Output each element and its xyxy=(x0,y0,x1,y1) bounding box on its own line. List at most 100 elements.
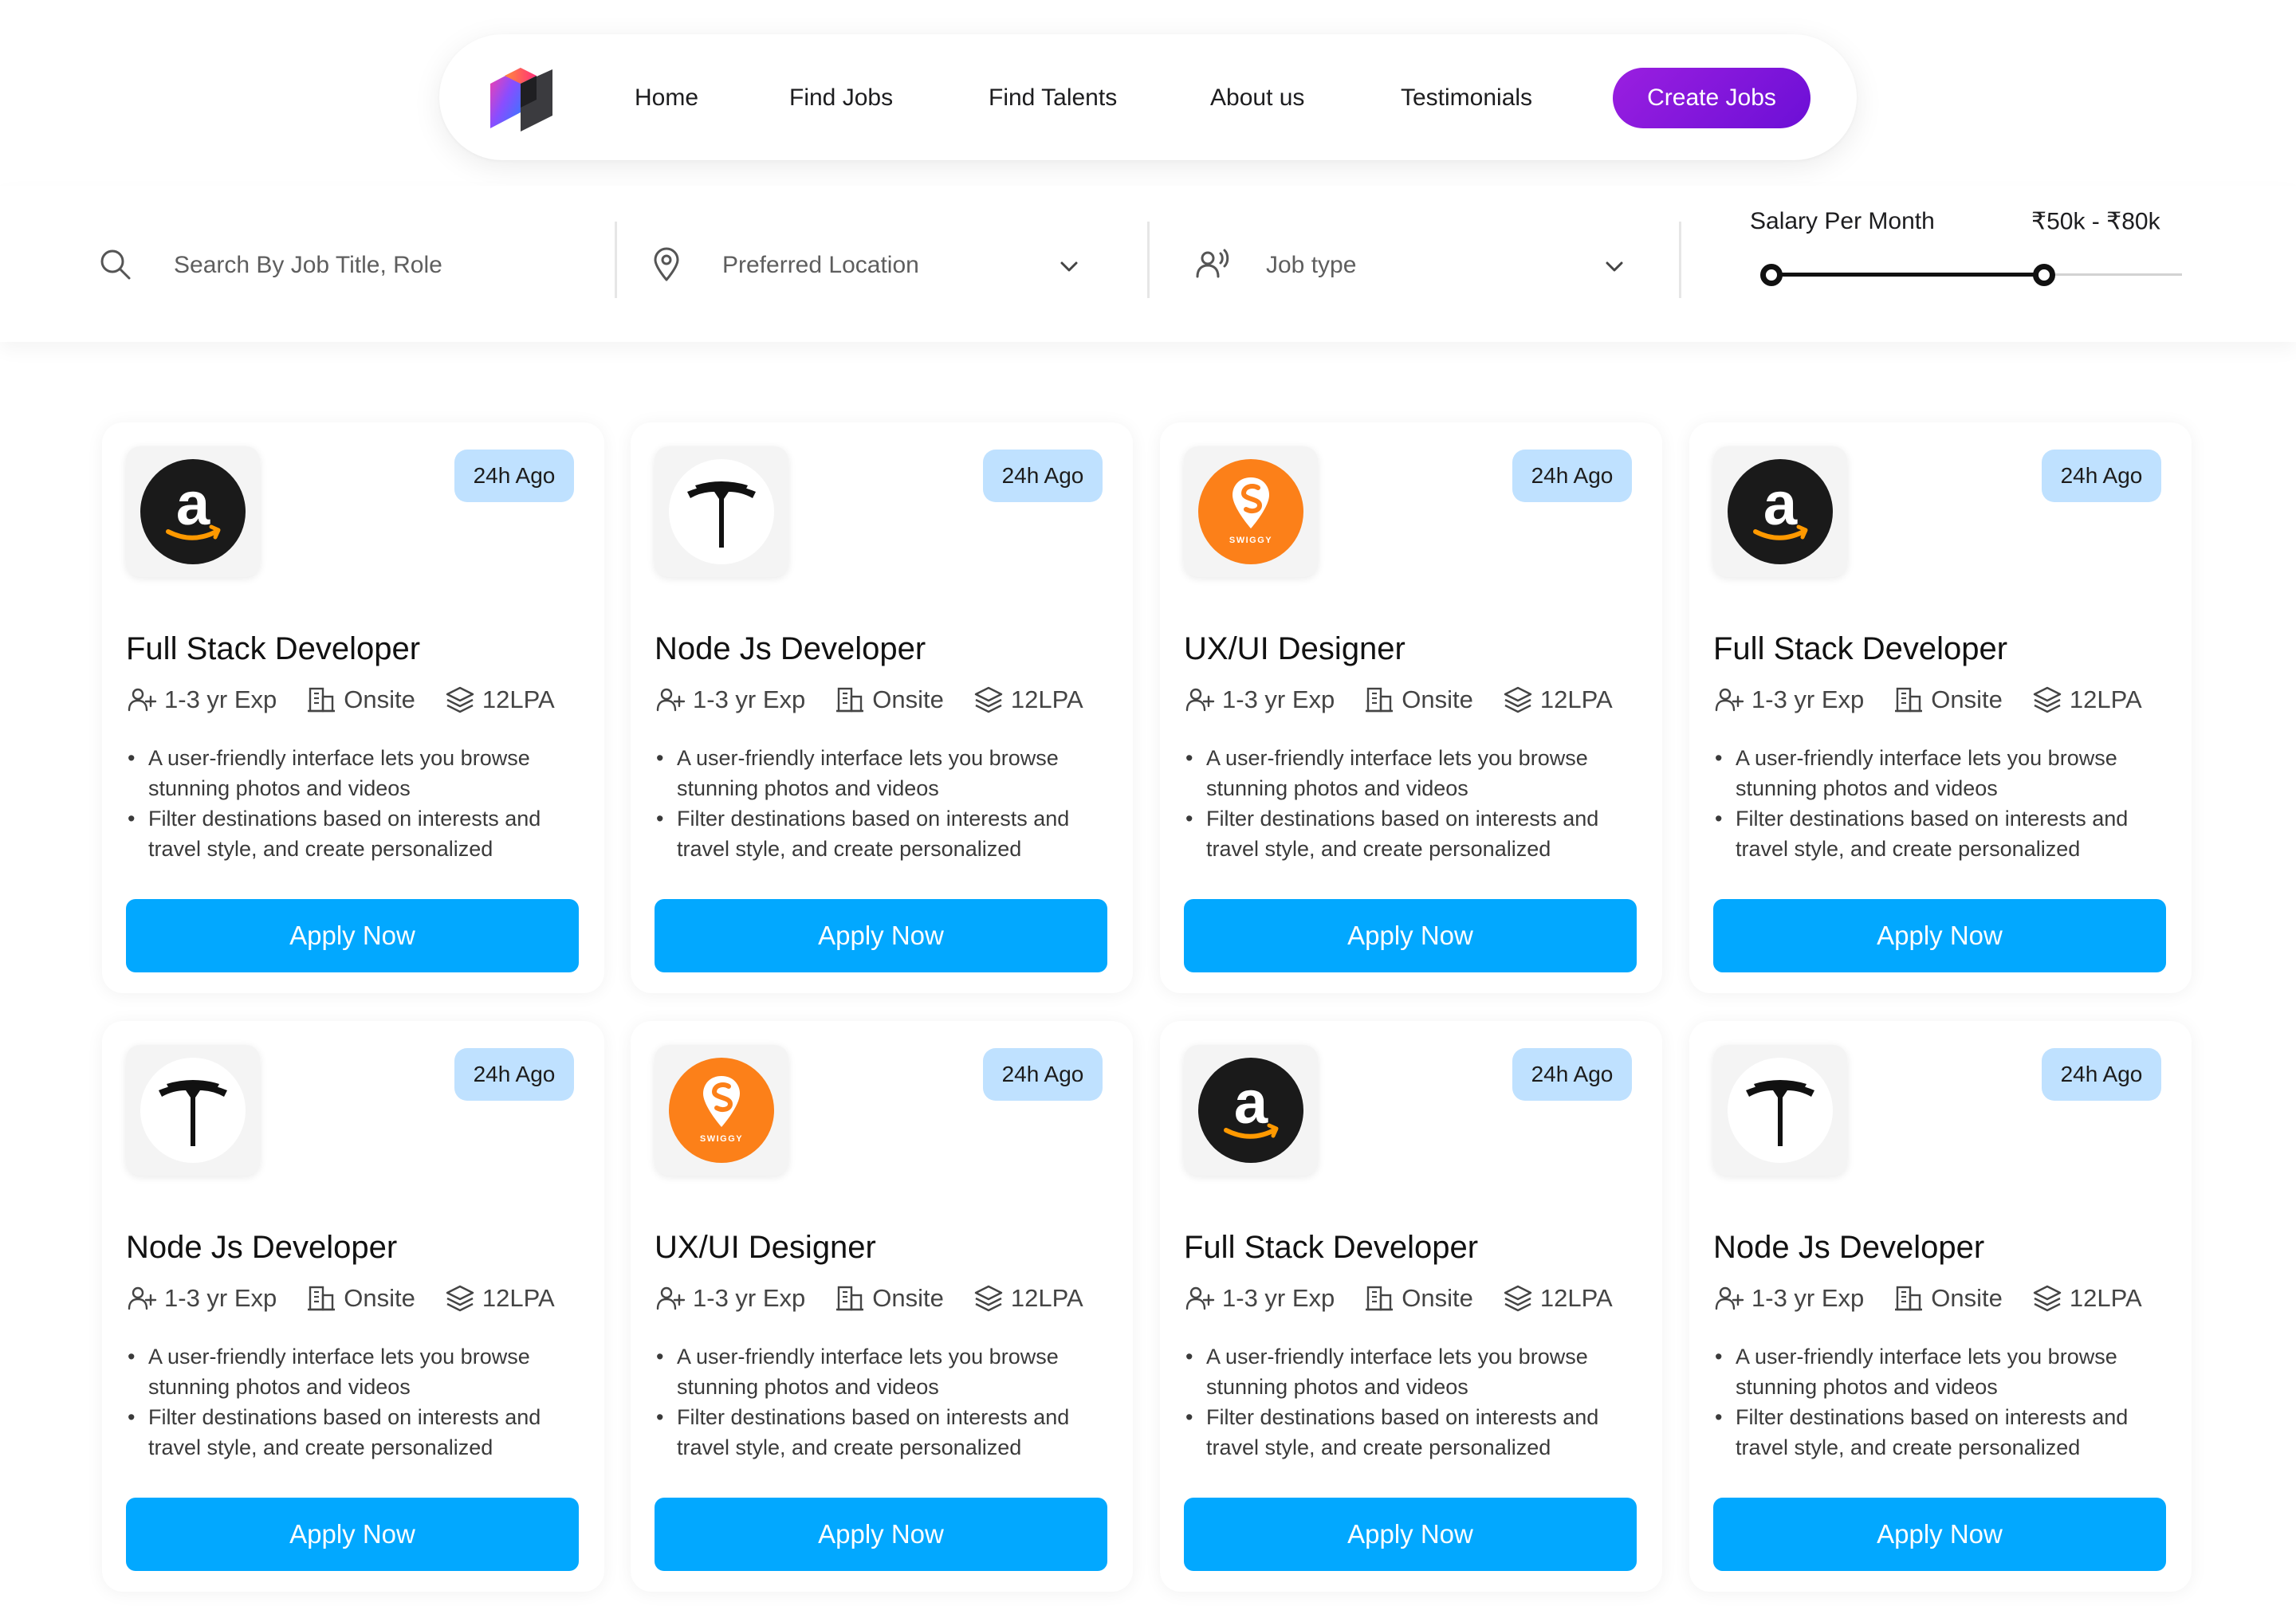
experience-info: 1-3 yr Exp xyxy=(1184,684,1335,716)
workplace-text: Onsite xyxy=(872,1284,944,1312)
job-title[interactable]: Full Stack Developer xyxy=(1713,631,2007,667)
workplace-text: Onsite xyxy=(1931,1284,2003,1312)
building-icon xyxy=(1366,687,1394,713)
user-plus-icon xyxy=(656,1286,686,1310)
salary-range-value: ₹50k - ₹80k xyxy=(2031,208,2160,235)
location-select[interactable]: Preferred Location xyxy=(722,252,919,279)
svg-text:SWIGGY: SWIGGY xyxy=(700,1134,743,1144)
search-input[interactable]: Search By Job Title, Role xyxy=(174,252,442,279)
apply-now-button[interactable]: Apply Now xyxy=(1184,1498,1637,1571)
salary-info: 12LPA xyxy=(973,684,1083,716)
layers-icon xyxy=(446,686,474,713)
job-title[interactable]: Full Stack Developer xyxy=(1184,1230,1478,1266)
salary-info: 12LPA xyxy=(1502,1282,1613,1314)
apply-now-button[interactable]: Apply Now xyxy=(655,899,1107,972)
job-title[interactable]: Node Js Developer xyxy=(1713,1230,1984,1266)
apply-now-button[interactable]: Apply Now xyxy=(126,1498,579,1571)
job-description-item: A user-friendly interface lets you brows… xyxy=(126,1341,572,1402)
job-description-item: Filter destinations based on interests a… xyxy=(1184,1402,1630,1463)
chevron-down-icon[interactable] xyxy=(1602,254,1626,278)
nav-link-find-talents[interactable]: Find Talents xyxy=(989,84,1117,112)
divider xyxy=(1679,222,1681,298)
workplace-info: Onsite xyxy=(1363,684,1473,716)
nav-link-find-jobs[interactable]: Find Jobs xyxy=(789,84,893,112)
layers-icon xyxy=(2033,686,2062,713)
job-title[interactable]: Node Js Developer xyxy=(655,631,926,667)
layers-icon xyxy=(446,1285,474,1312)
salary-text: 12LPA xyxy=(1010,1284,1083,1312)
posted-time-badge: 24h Ago xyxy=(1512,450,1632,502)
experience-text: 1-3 yr Exp xyxy=(693,1284,806,1312)
svg-text:a: a xyxy=(1763,470,1798,538)
apply-now-button[interactable]: Apply Now xyxy=(1713,899,2166,972)
job-description-list: A user-friendly interface lets you brows… xyxy=(126,743,572,864)
workplace-info: Onsite xyxy=(1363,1282,1473,1314)
apply-now-button[interactable]: Apply Now xyxy=(1184,899,1637,972)
posted-time-badge: 24h Ago xyxy=(1512,1048,1632,1101)
job-description-item: A user-friendly interface lets you brows… xyxy=(1713,1341,2160,1402)
building-icon xyxy=(308,1286,336,1311)
nav-link-home[interactable]: Home xyxy=(635,84,698,112)
apply-now-button[interactable]: Apply Now xyxy=(655,1498,1107,1571)
experience-text: 1-3 yr Exp xyxy=(1751,1284,1865,1312)
workplace-text: Onsite xyxy=(1931,685,2003,713)
building-icon xyxy=(1895,687,1923,713)
create-jobs-button[interactable]: Create Jobs xyxy=(1613,68,1810,128)
salary-slider-min-handle[interactable] xyxy=(1760,264,1783,286)
job-meta: 1-3 yr Exp Onsite 12LPA xyxy=(126,1281,584,1316)
experience-info: 1-3 yr Exp xyxy=(126,684,277,716)
divider xyxy=(615,222,617,298)
job-title[interactable]: Full Stack Developer xyxy=(126,631,420,667)
job-title[interactable]: UX/UI Designer xyxy=(1184,631,1406,667)
experience-info: 1-3 yr Exp xyxy=(1713,1282,1864,1314)
nav-link-testimonials[interactable]: Testimonials xyxy=(1401,84,1532,112)
svg-text:a: a xyxy=(1234,1069,1268,1137)
chevron-down-icon[interactable] xyxy=(1057,254,1081,278)
tesla-logo-icon xyxy=(1728,1058,1833,1163)
posted-time-badge: 24h Ago xyxy=(983,450,1103,502)
job-description-list: A user-friendly interface lets you brows… xyxy=(1184,1341,1630,1463)
salary-text: 12LPA xyxy=(2069,1284,2142,1312)
job-type-select[interactable]: Job type xyxy=(1266,252,1356,279)
apply-now-button[interactable]: Apply Now xyxy=(126,899,579,972)
salary-text: 12LPA xyxy=(482,1284,555,1312)
job-card: 24h Ago Node Js Developer 1-3 yr Exp Ons… xyxy=(102,1021,604,1592)
salary-label: Salary Per Month xyxy=(1750,208,1935,234)
job-meta: 1-3 yr Exp Onsite 12LPA xyxy=(1713,682,2171,717)
job-meta: 1-3 yr Exp Onsite 12LPA xyxy=(655,1281,1112,1316)
layers-icon xyxy=(974,1285,1003,1312)
salary-text: 12LPA xyxy=(1539,1284,1613,1312)
workplace-text: Onsite xyxy=(1402,685,1473,713)
experience-text: 1-3 yr Exp xyxy=(1222,1284,1335,1312)
workplace-info: Onsite xyxy=(1893,684,2003,716)
job-description-item: Filter destinations based on interests a… xyxy=(1713,1402,2160,1463)
company-logo: a xyxy=(126,446,260,577)
company-logo: a xyxy=(1184,1045,1318,1176)
layers-icon xyxy=(1504,1285,1532,1312)
job-title[interactable]: UX/UI Designer xyxy=(655,1230,876,1266)
nav-link-about-us[interactable]: About us xyxy=(1210,84,1304,112)
salary-slider-max-handle[interactable] xyxy=(2033,264,2055,286)
company-logo: SWIGGY xyxy=(655,1045,788,1176)
layers-icon xyxy=(2033,1285,2062,1312)
experience-text: 1-3 yr Exp xyxy=(164,1284,277,1312)
experience-text: 1-3 yr Exp xyxy=(693,685,806,713)
building-icon xyxy=(308,687,336,713)
workplace-info: Onsite xyxy=(305,684,415,716)
amazon-logo-icon: a xyxy=(140,459,246,564)
amazon-logo-icon: a xyxy=(1198,1058,1303,1163)
brand-logo-icon[interactable] xyxy=(482,58,562,138)
tesla-logo-icon xyxy=(140,1058,246,1163)
layers-icon xyxy=(1504,686,1532,713)
posted-time-badge: 24h Ago xyxy=(454,1048,574,1101)
experience-info: 1-3 yr Exp xyxy=(1713,684,1864,716)
salary-info: 12LPA xyxy=(973,1282,1083,1314)
job-card: a 24h Ago Full Stack Developer 1-3 yr Ex… xyxy=(1689,422,2192,993)
apply-now-button[interactable]: Apply Now xyxy=(1713,1498,2166,1571)
workplace-info: Onsite xyxy=(305,1282,415,1314)
job-description-item: A user-friendly interface lets you brows… xyxy=(1713,743,2160,803)
job-title[interactable]: Node Js Developer xyxy=(126,1230,397,1266)
user-voice-icon xyxy=(1196,249,1229,278)
experience-info: 1-3 yr Exp xyxy=(655,1282,805,1314)
posted-time-badge: 24h Ago xyxy=(2042,1048,2161,1101)
